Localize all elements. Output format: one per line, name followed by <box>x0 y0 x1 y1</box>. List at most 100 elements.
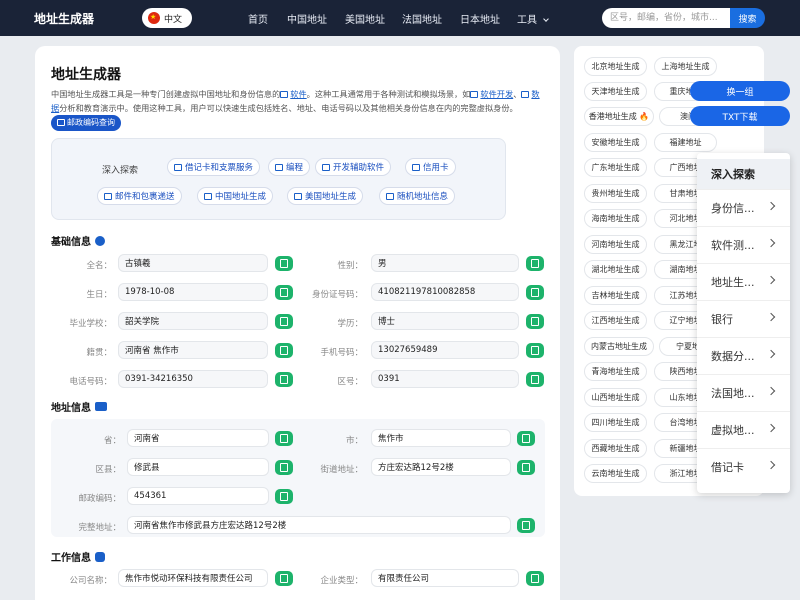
copy-icon[interactable] <box>526 285 544 300</box>
explore-tag-label: 信用卡 <box>423 163 449 173</box>
region-link[interactable]: 湖北地址生成 <box>584 260 647 279</box>
copy-icon[interactable] <box>526 343 544 358</box>
dropdown-item[interactable]: 地址生... <box>697 263 790 300</box>
explore-tag[interactable]: 随机地址信息 <box>379 187 456 205</box>
copy-icon[interactable] <box>526 372 544 387</box>
region-link[interactable]: 西藏地址生成 <box>584 439 647 458</box>
language-switch-button[interactable]: 中文 <box>142 8 192 28</box>
phone-field[interactable]: 0391-34216350 <box>118 370 268 388</box>
copy-icon[interactable] <box>275 489 293 504</box>
area-code-field[interactable]: 0391 <box>371 370 519 388</box>
region-link[interactable]: 吉林地址生成 <box>584 286 647 305</box>
district-field[interactable]: 修武县 <box>127 458 269 476</box>
region-link[interactable]: 海南地址生成 <box>584 209 647 228</box>
copy-icon[interactable] <box>526 314 544 329</box>
region-link[interactable]: 广东地址生成 <box>584 158 647 177</box>
dropdown-item[interactable]: 借记卡 <box>697 448 790 485</box>
region-link[interactable]: 天津地址生成 <box>584 82 647 101</box>
dropdown-item[interactable]: 虚拟地... <box>697 411 790 448</box>
company-name-field[interactable]: 焦作市悦动环保科技有限责任公司 <box>118 569 268 587</box>
region-link[interactable]: 香港地址生成 🔥 <box>584 107 654 126</box>
explore-tag[interactable]: 编程 <box>268 158 311 176</box>
intro-link-software[interactable]: 软件 <box>280 89 307 99</box>
copy-icon[interactable] <box>517 518 535 533</box>
region-link[interactable]: 北京地址生成 <box>584 57 647 76</box>
company-type-field[interactable]: 有限责任公司 <box>371 569 519 587</box>
region-link[interactable]: 安徽地址生成 <box>584 133 647 152</box>
postal-code-query-button[interactable]: 邮政编码查询 <box>51 115 121 131</box>
copy-icon[interactable] <box>275 431 293 446</box>
dropdown-item[interactable]: 银行 <box>697 300 790 337</box>
explore-tag-label: 美国地址生成 <box>305 192 357 202</box>
nav-us-address[interactable]: 美国地址 <box>345 11 385 26</box>
nav-home[interactable]: 首页 <box>248 11 268 26</box>
region-link[interactable]: 贵州地址生成 <box>584 184 647 203</box>
copy-icon[interactable] <box>275 372 293 387</box>
region-link[interactable]: 云南地址生成 <box>584 464 647 483</box>
chevron-right-icon <box>766 460 776 470</box>
dropdown-item[interactable]: 软件测... <box>697 226 790 263</box>
school-field[interactable]: 韶关学院 <box>118 312 268 330</box>
explore-tag[interactable]: 信用卡 <box>405 158 456 176</box>
education-field[interactable]: 博士 <box>371 312 519 330</box>
province-field[interactable]: 河南省 <box>127 429 269 447</box>
region-link[interactable]: 福建地址 <box>654 133 717 152</box>
nav-tools[interactable]: 工具 <box>517 11 550 26</box>
gender-field[interactable]: 男 <box>371 254 519 272</box>
field-label: 手机号码： <box>320 348 363 358</box>
explore-tag[interactable]: 借记卡和支票服务 <box>167 158 261 176</box>
chevron-right-icon <box>766 312 776 322</box>
field-label: 邮政编码： <box>78 494 121 504</box>
field-label: 省： <box>103 436 121 446</box>
explore-tag[interactable]: 中国地址生成 <box>197 187 274 205</box>
refresh-button[interactable]: 换一组 <box>690 81 790 101</box>
search-button[interactable]: 搜索 <box>730 8 765 28</box>
copy-icon[interactable] <box>517 460 535 475</box>
china-flag-icon <box>148 12 160 24</box>
field-label: 企业类型： <box>320 576 363 586</box>
postal-code-field[interactable]: 454361 <box>127 487 269 505</box>
basic-info-heading: 基础信息 <box>51 233 105 248</box>
dropdown-item[interactable]: 法国地... <box>697 374 790 411</box>
region-link[interactable]: 青海地址生成 <box>584 362 647 381</box>
nav-japan-address[interactable]: 日本地址 <box>460 11 500 26</box>
dropdown-item[interactable]: 数据分... <box>697 337 790 374</box>
region-link[interactable]: 江西地址生成 <box>584 311 647 330</box>
copy-icon[interactable] <box>275 571 293 586</box>
copy-icon[interactable] <box>275 285 293 300</box>
copy-icon[interactable] <box>275 314 293 329</box>
site-logo[interactable]: 地址生成器 <box>34 10 94 27</box>
street-field[interactable]: 方庄宏达路12号2楼 <box>371 458 511 476</box>
link-icon <box>412 163 420 171</box>
region-link[interactable]: 河南地址生成 <box>584 235 647 254</box>
explore-tag[interactable]: 邮件和包裹递送 <box>97 187 182 205</box>
region-link[interactable]: 内蒙古地址生成 <box>584 337 654 356</box>
full-name-field[interactable]: 古镇羲 <box>118 254 268 272</box>
nav-china-address[interactable]: 中国地址 <box>287 11 327 26</box>
hometown-field[interactable]: 河南省 焦作市 <box>118 341 268 359</box>
intro-link-software-dev[interactable]: 软件开发 <box>470 89 513 99</box>
nav-france-address[interactable]: 法国地址 <box>402 11 442 26</box>
page-title: 地址生成器 <box>51 67 121 83</box>
city-field[interactable]: 焦作市 <box>371 429 511 447</box>
explore-tag[interactable]: 美国地址生成 <box>287 187 364 205</box>
region-link[interactable]: 上海地址生成 <box>654 57 717 76</box>
dropdown-item[interactable]: 身份信... <box>697 189 790 226</box>
explore-tag[interactable]: 开发辅助软件 <box>315 158 392 176</box>
copy-icon[interactable] <box>275 343 293 358</box>
copy-icon[interactable] <box>275 460 293 475</box>
copy-icon[interactable] <box>517 431 535 446</box>
copy-icon[interactable] <box>526 571 544 586</box>
full-address-field[interactable]: 河南省焦作市修武县方庄宏达路12号2楼 <box>127 516 511 534</box>
copy-icon[interactable] <box>275 256 293 271</box>
mobile-field[interactable]: 13027659489 <box>371 341 519 359</box>
txt-download-button[interactable]: TXT下载 <box>690 106 790 126</box>
search-input[interactable] <box>602 8 732 28</box>
copy-icon[interactable] <box>526 256 544 271</box>
region-link[interactable]: 四川地址生成 <box>584 413 647 432</box>
link-icon <box>275 163 283 171</box>
explore-label: 深入探索 <box>102 166 139 176</box>
id-number-field[interactable]: 410821197810082858 <box>371 283 519 301</box>
birthday-field[interactable]: 1978-10-08 <box>118 283 268 301</box>
region-link[interactable]: 山西地址生成 <box>584 388 647 407</box>
